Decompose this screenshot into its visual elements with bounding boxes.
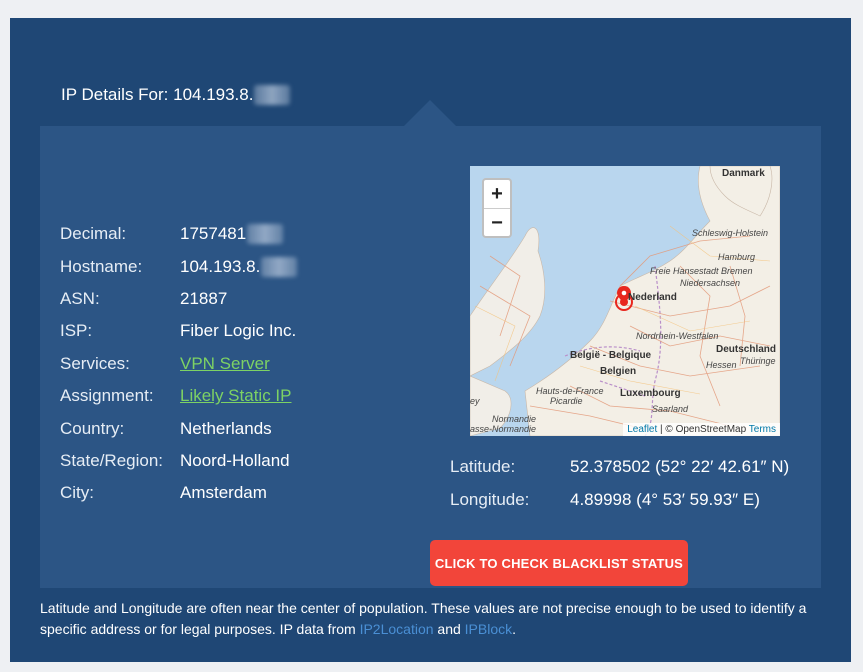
services-value: VPN Server bbox=[180, 354, 270, 374]
map-label-schleswig: Schleswig-Holstein bbox=[692, 228, 769, 238]
detail-row-asn: ASN: 21887 bbox=[60, 283, 297, 315]
detail-key: Country: bbox=[60, 418, 125, 438]
map-label-deutschland: Deutschland bbox=[716, 344, 777, 355]
isp-value: Fiber Logic Inc. bbox=[180, 321, 297, 341]
state-value: Noord-Holland bbox=[180, 450, 290, 470]
panel-pointer-arrow bbox=[404, 100, 456, 126]
latitude-row: Latitude: 52.378502 (52° 22′ 42.61″ N) bbox=[450, 451, 789, 483]
detail-key: Hostname: bbox=[60, 256, 143, 276]
leaflet-link[interactable]: Leaflet bbox=[627, 424, 657, 435]
detail-key: Decimal: bbox=[60, 224, 127, 244]
redacted-decimal-segment bbox=[247, 224, 284, 245]
detail-row-country: Country: Netherlands bbox=[60, 412, 297, 444]
likely-static-ip-link[interactable]: Likely Static IP bbox=[180, 386, 292, 406]
coordinates-list: Latitude: 52.378502 (52° 22′ 42.61″ N) L… bbox=[450, 451, 789, 516]
map-label-normandie: Normandie bbox=[492, 414, 537, 424]
detail-row-state: State/Region: Noord-Holland bbox=[60, 445, 297, 477]
map-label-picardie: Picardie bbox=[550, 396, 583, 406]
check-blacklist-button[interactable]: CLICK TO CHECK BLACKLIST STATUS bbox=[430, 540, 688, 586]
hostname-value: 104.193.8. bbox=[180, 256, 261, 276]
latitude-label: Latitude: bbox=[450, 457, 516, 477]
map-label-niedersachsen: Niedersachsen bbox=[680, 278, 741, 288]
location-map[interactable]: + − Danmark Schleswig-Holstein Hamburg F… bbox=[470, 166, 780, 436]
map-label-basse: asse-Normandie bbox=[470, 424, 537, 434]
assignment-value: Likely Static IP bbox=[180, 386, 292, 406]
longitude-value: 4.89998 (4° 53′ 59.93″ E) bbox=[570, 489, 760, 509]
detail-value-decimal: 1757481 bbox=[180, 224, 284, 245]
map-label-nederland: Nederland bbox=[628, 292, 677, 303]
map-label-ey: ey bbox=[470, 396, 480, 406]
detail-key: Services: bbox=[60, 353, 130, 373]
detail-row-hostname: Hostname: 104.193.8. bbox=[60, 250, 298, 282]
attribution-separator: | © OpenStreetMap bbox=[657, 424, 749, 435]
country-value: Netherlands bbox=[180, 418, 272, 438]
detail-key: City: bbox=[60, 483, 94, 503]
longitude-label: Longitude: bbox=[450, 489, 530, 509]
city-value: Amsterdam bbox=[180, 483, 267, 503]
map-label-hamburg: Hamburg bbox=[718, 252, 756, 262]
ip-details-container: IP Details For: 104.193.8. Decimal: 1757… bbox=[10, 18, 851, 662]
disclaimer-and: and bbox=[433, 621, 465, 637]
vpn-server-link[interactable]: VPN Server bbox=[180, 354, 270, 374]
redacted-hostname-segment bbox=[261, 256, 298, 277]
detail-key: ASN: bbox=[60, 288, 100, 308]
detail-row-services: Services: VPN Server bbox=[60, 348, 297, 380]
map-label-belgie: België - Belgique bbox=[570, 350, 652, 361]
map-label-belgien: Belgien bbox=[600, 366, 637, 377]
detail-row-decimal: Decimal: 1757481 bbox=[60, 218, 297, 250]
terms-link[interactable]: Terms bbox=[749, 424, 776, 435]
ip-details-heading: IP Details For: 104.193.8. bbox=[61, 85, 291, 105]
redacted-ip-segment bbox=[254, 85, 291, 105]
ip-details-list: Decimal: 1757481 Hostname: 104.193.8. AS… bbox=[60, 218, 298, 510]
detail-key: ISP: bbox=[60, 321, 93, 341]
detail-row-city: City: Amsterdam bbox=[60, 477, 297, 509]
map-label-danmark: Danmark bbox=[722, 168, 765, 179]
detail-value-hostname: 104.193.8. bbox=[180, 256, 298, 277]
map-label-hauts: Hauts-de-France bbox=[536, 386, 604, 396]
asn-value: 21887 bbox=[180, 288, 228, 308]
map-label-saarland: Saarland bbox=[652, 404, 689, 414]
map-label-thuringen: Thüringe bbox=[740, 356, 776, 366]
detail-key: State/Region: bbox=[60, 450, 164, 470]
ipblock-link[interactable]: IPBlock bbox=[465, 621, 512, 637]
map-label-hessen: Hessen bbox=[706, 360, 737, 370]
disclaimer-end: . bbox=[512, 621, 517, 637]
zoom-out-button[interactable]: − bbox=[484, 208, 510, 236]
disclaimer-text: Latitude and Longitude are often near th… bbox=[40, 598, 830, 640]
map-zoom-control: + − bbox=[482, 178, 512, 238]
zoom-in-button[interactable]: + bbox=[484, 180, 510, 208]
longitude-row: Longitude: 4.89998 (4° 53′ 59.93″ E) bbox=[450, 483, 789, 515]
map-attribution: Leaflet | © OpenStreetMap Terms bbox=[623, 423, 780, 436]
detail-row-assignment: Assignment: Likely Static IP bbox=[60, 380, 297, 412]
latitude-value: 52.378502 (52° 22′ 42.61″ N) bbox=[570, 457, 790, 477]
detail-row-isp: ISP: Fiber Logic Inc. bbox=[60, 315, 297, 347]
map-label-luxembourg: Luxembourg bbox=[620, 388, 681, 399]
decimal-value: 1757481 bbox=[180, 224, 247, 244]
ip-details-panel: Decimal: 1757481 Hostname: 104.193.8. AS… bbox=[40, 126, 821, 588]
detail-key: Assignment: bbox=[60, 386, 154, 406]
ip-details-title: IP Details For: 104.193.8. bbox=[61, 85, 254, 104]
ip2location-link[interactable]: IP2Location bbox=[360, 621, 434, 637]
map-label-bremen: Freie Hansestadt Bremen bbox=[650, 266, 753, 276]
map-label-nrw: Nordrhein-Westfalen bbox=[636, 331, 719, 341]
